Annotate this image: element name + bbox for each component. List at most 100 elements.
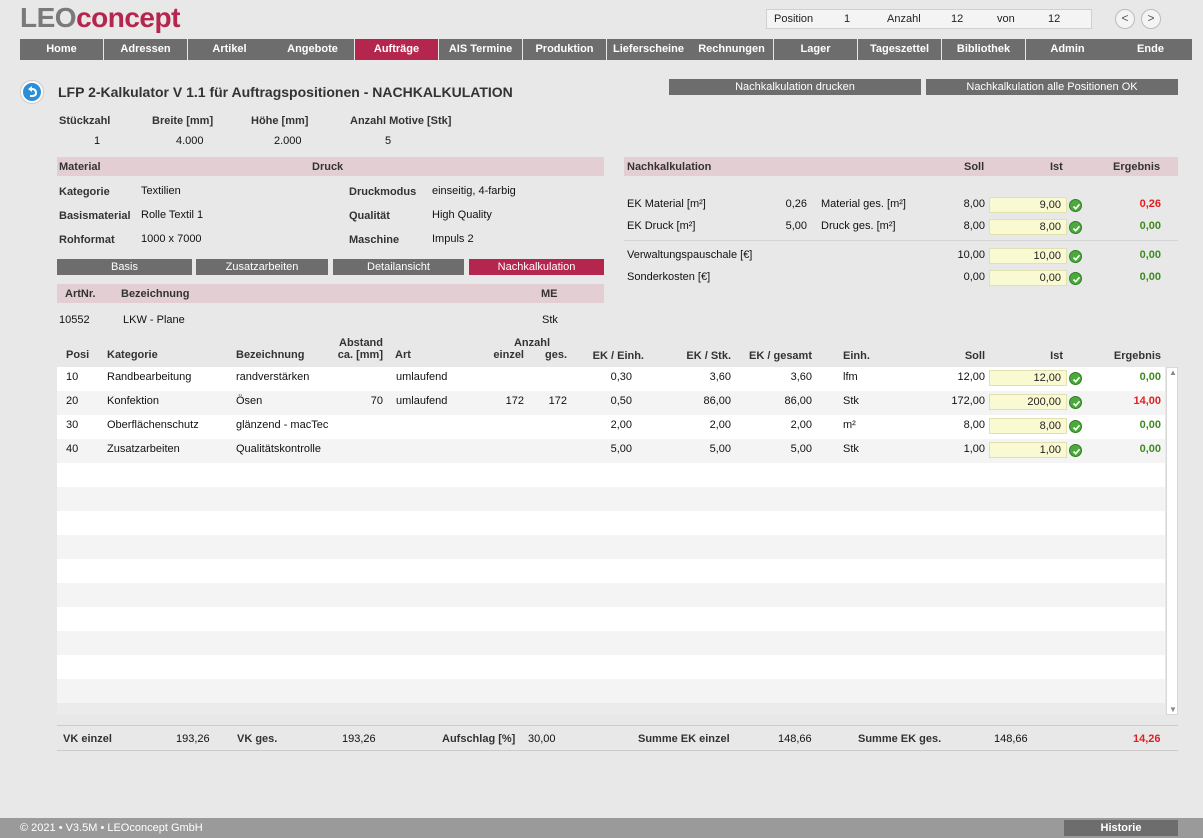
nk-ist-input[interactable]: 0,00 [989,270,1067,286]
table-header-art: Art [395,349,411,361]
nav-item-artikel[interactable]: Artikel [188,39,271,60]
cell-ek-gesamt: 5,00 [790,443,812,455]
nav-item-admin[interactable]: Admin [1026,39,1109,60]
cell-bezeichnung: Qualitätskontrolle [236,443,321,455]
nav-item-bibliothek[interactable]: Bibliothek [942,39,1025,60]
cell-einzel: 172 [505,395,524,407]
table-header-ek-stk: EK / Stk. [686,350,731,362]
material-druck-header: Material Druck [57,157,604,176]
dim-label-stueckzahl: Stückzahl [59,115,111,127]
scroll-up-icon[interactable]: ▲ [1169,368,1177,377]
nk-sublabel: Druck ges. [m²] [821,220,896,232]
check-icon [1069,444,1082,457]
nav-item-lieferscheine[interactable]: Lieferscheine [607,39,690,60]
position-label: Position [774,13,814,25]
cell-ergebnis: 0,00 [1139,443,1161,455]
rohformat-value: 1000 x 7000 [141,233,202,245]
basismaterial-value: Rolle Textil 1 [141,209,204,221]
table-header-bezeichnung: Bezeichnung [236,349,305,361]
check-icon [1069,372,1082,385]
nk-ergebnis: 0,00 [1139,249,1161,261]
position-indicator: Position 1 Anzahl 12 von 12 [766,9,1092,29]
table-header-ek-gesamt: EK / gesamt [749,350,812,362]
cell-kategorie: Zusatzarbeiten [107,443,180,455]
tab-nachkalkulation[interactable]: Nachkalkulation [469,259,604,275]
tab-zusatzarbeiten[interactable]: Zusatzarbeiten [196,259,328,275]
nav-item-home[interactable]: Home [20,39,103,60]
check-icon [1069,221,1082,234]
table-header-ek-einh: EK / Einh. [592,350,644,362]
nk-ist-input[interactable]: 8,00 [989,219,1067,235]
cell-soll: 12,00 [957,371,985,383]
table-header-abstand1: Abstand [339,337,383,349]
anzahl-value: 12 [951,13,964,25]
print-nachkalkulation-button[interactable]: Nachkalkulation drucken [669,79,921,95]
scroll-down-icon[interactable]: ▼ [1169,705,1177,714]
article-header: ArtNr. Bezeichnung ME [57,284,604,303]
vk-ges-value: 193,26 [342,733,376,745]
nav-item-angebote[interactable]: Angebote [271,39,354,60]
table-scrollbar[interactable]: ▲ ▼ [1166,367,1178,715]
check-icon [1069,396,1082,409]
next-position-button[interactable]: > [1141,9,1161,29]
kategorie-label: Kategorie [59,186,110,198]
vk-ges-label: VK ges. [237,733,278,745]
table-header-kategorie: Kategorie [107,349,158,361]
nk-label: EK Material [m²] [627,198,706,210]
table-row-bg [57,511,1165,535]
dim-value-hoehe: 2.000 [274,135,302,147]
nk-ergebnis: 0,00 [1139,271,1161,283]
nav-item-tageszettel[interactable]: Tageszettel [858,39,941,60]
cell-posi: 30 [66,419,79,431]
cell-einh: m² [843,419,856,431]
nav-item-produktion[interactable]: Produktion [523,39,606,60]
prev-position-button[interactable]: < [1115,9,1135,29]
vk-einzel-value: 193,26 [176,733,210,745]
tab-detailansicht[interactable]: Detailansicht [333,259,464,275]
table-row-bg [57,655,1165,679]
nk-label: Verwaltungspauschale [€] [627,249,753,261]
cell-ergebnis: 0,00 [1139,419,1161,431]
nk-ek-value: 0,26 [785,198,807,210]
cell-ek-gesamt: 2,00 [790,419,812,431]
nav-item-rechnungen[interactable]: Rechnungen [690,39,773,60]
tab-basis[interactable]: Basis [57,259,192,275]
aufschlag-value: 30,00 [528,733,556,745]
cell-ges: 172 [548,395,567,407]
table-header-ergebnis: Ergebnis [1113,350,1161,362]
ist-input[interactable]: 1,00 [989,442,1067,458]
maschine-value: Impuls 2 [432,233,474,245]
dim-value-breite: 4.000 [176,135,204,147]
table-header-soll: Soll [964,350,985,362]
cell-bezeichnung: randverstärken [236,371,310,383]
table-row-bg [57,631,1165,655]
nav-item-adressen[interactable]: Adressen [104,39,187,60]
qualitaet-label: Qualität [349,210,390,222]
dim-value-stueckzahl: 1 [94,135,101,147]
nav-item-ende[interactable]: Ende [1109,39,1192,60]
ist-input[interactable]: 8,00 [989,418,1067,434]
nav-item-aufträge[interactable]: Aufträge [355,39,438,60]
table-header-einh: Einh. [843,350,870,362]
cell-ek-gesamt: 3,60 [790,371,812,383]
page-title: LFP 2-Kalkulator V 1.1 für Auftragsposit… [58,84,513,100]
nav-item-lager[interactable]: Lager [774,39,857,60]
back-icon[interactable] [20,80,44,104]
nav-item-ais-termine[interactable]: AIS Termine [439,39,522,60]
nk-ist-input[interactable]: 9,00 [989,197,1067,213]
ist-input[interactable]: 200,00 [989,394,1067,410]
cell-einh: Stk [843,443,859,455]
all-positions-ok-button[interactable]: Nachkalkulation alle Positionen OK [926,79,1178,95]
von-label: von [997,13,1015,25]
nk-ist-input[interactable]: 10,00 [989,248,1067,264]
basismaterial-label: Basismaterial [59,210,131,222]
ist-input[interactable]: 12,00 [989,370,1067,386]
position-value: 1 [844,13,851,25]
nk-soll: 8,00 [963,198,985,210]
dim-label-motive: Anzahl Motive [Stk] [350,115,452,127]
summary-ergebnis: 14,26 [1133,733,1161,745]
druckmodus-label: Druckmodus [349,186,417,198]
summe-ek-ges-value: 148,66 [994,733,1028,745]
cell-ek-einh: 2,00 [610,419,632,431]
historie-button[interactable]: Historie [1064,820,1178,836]
